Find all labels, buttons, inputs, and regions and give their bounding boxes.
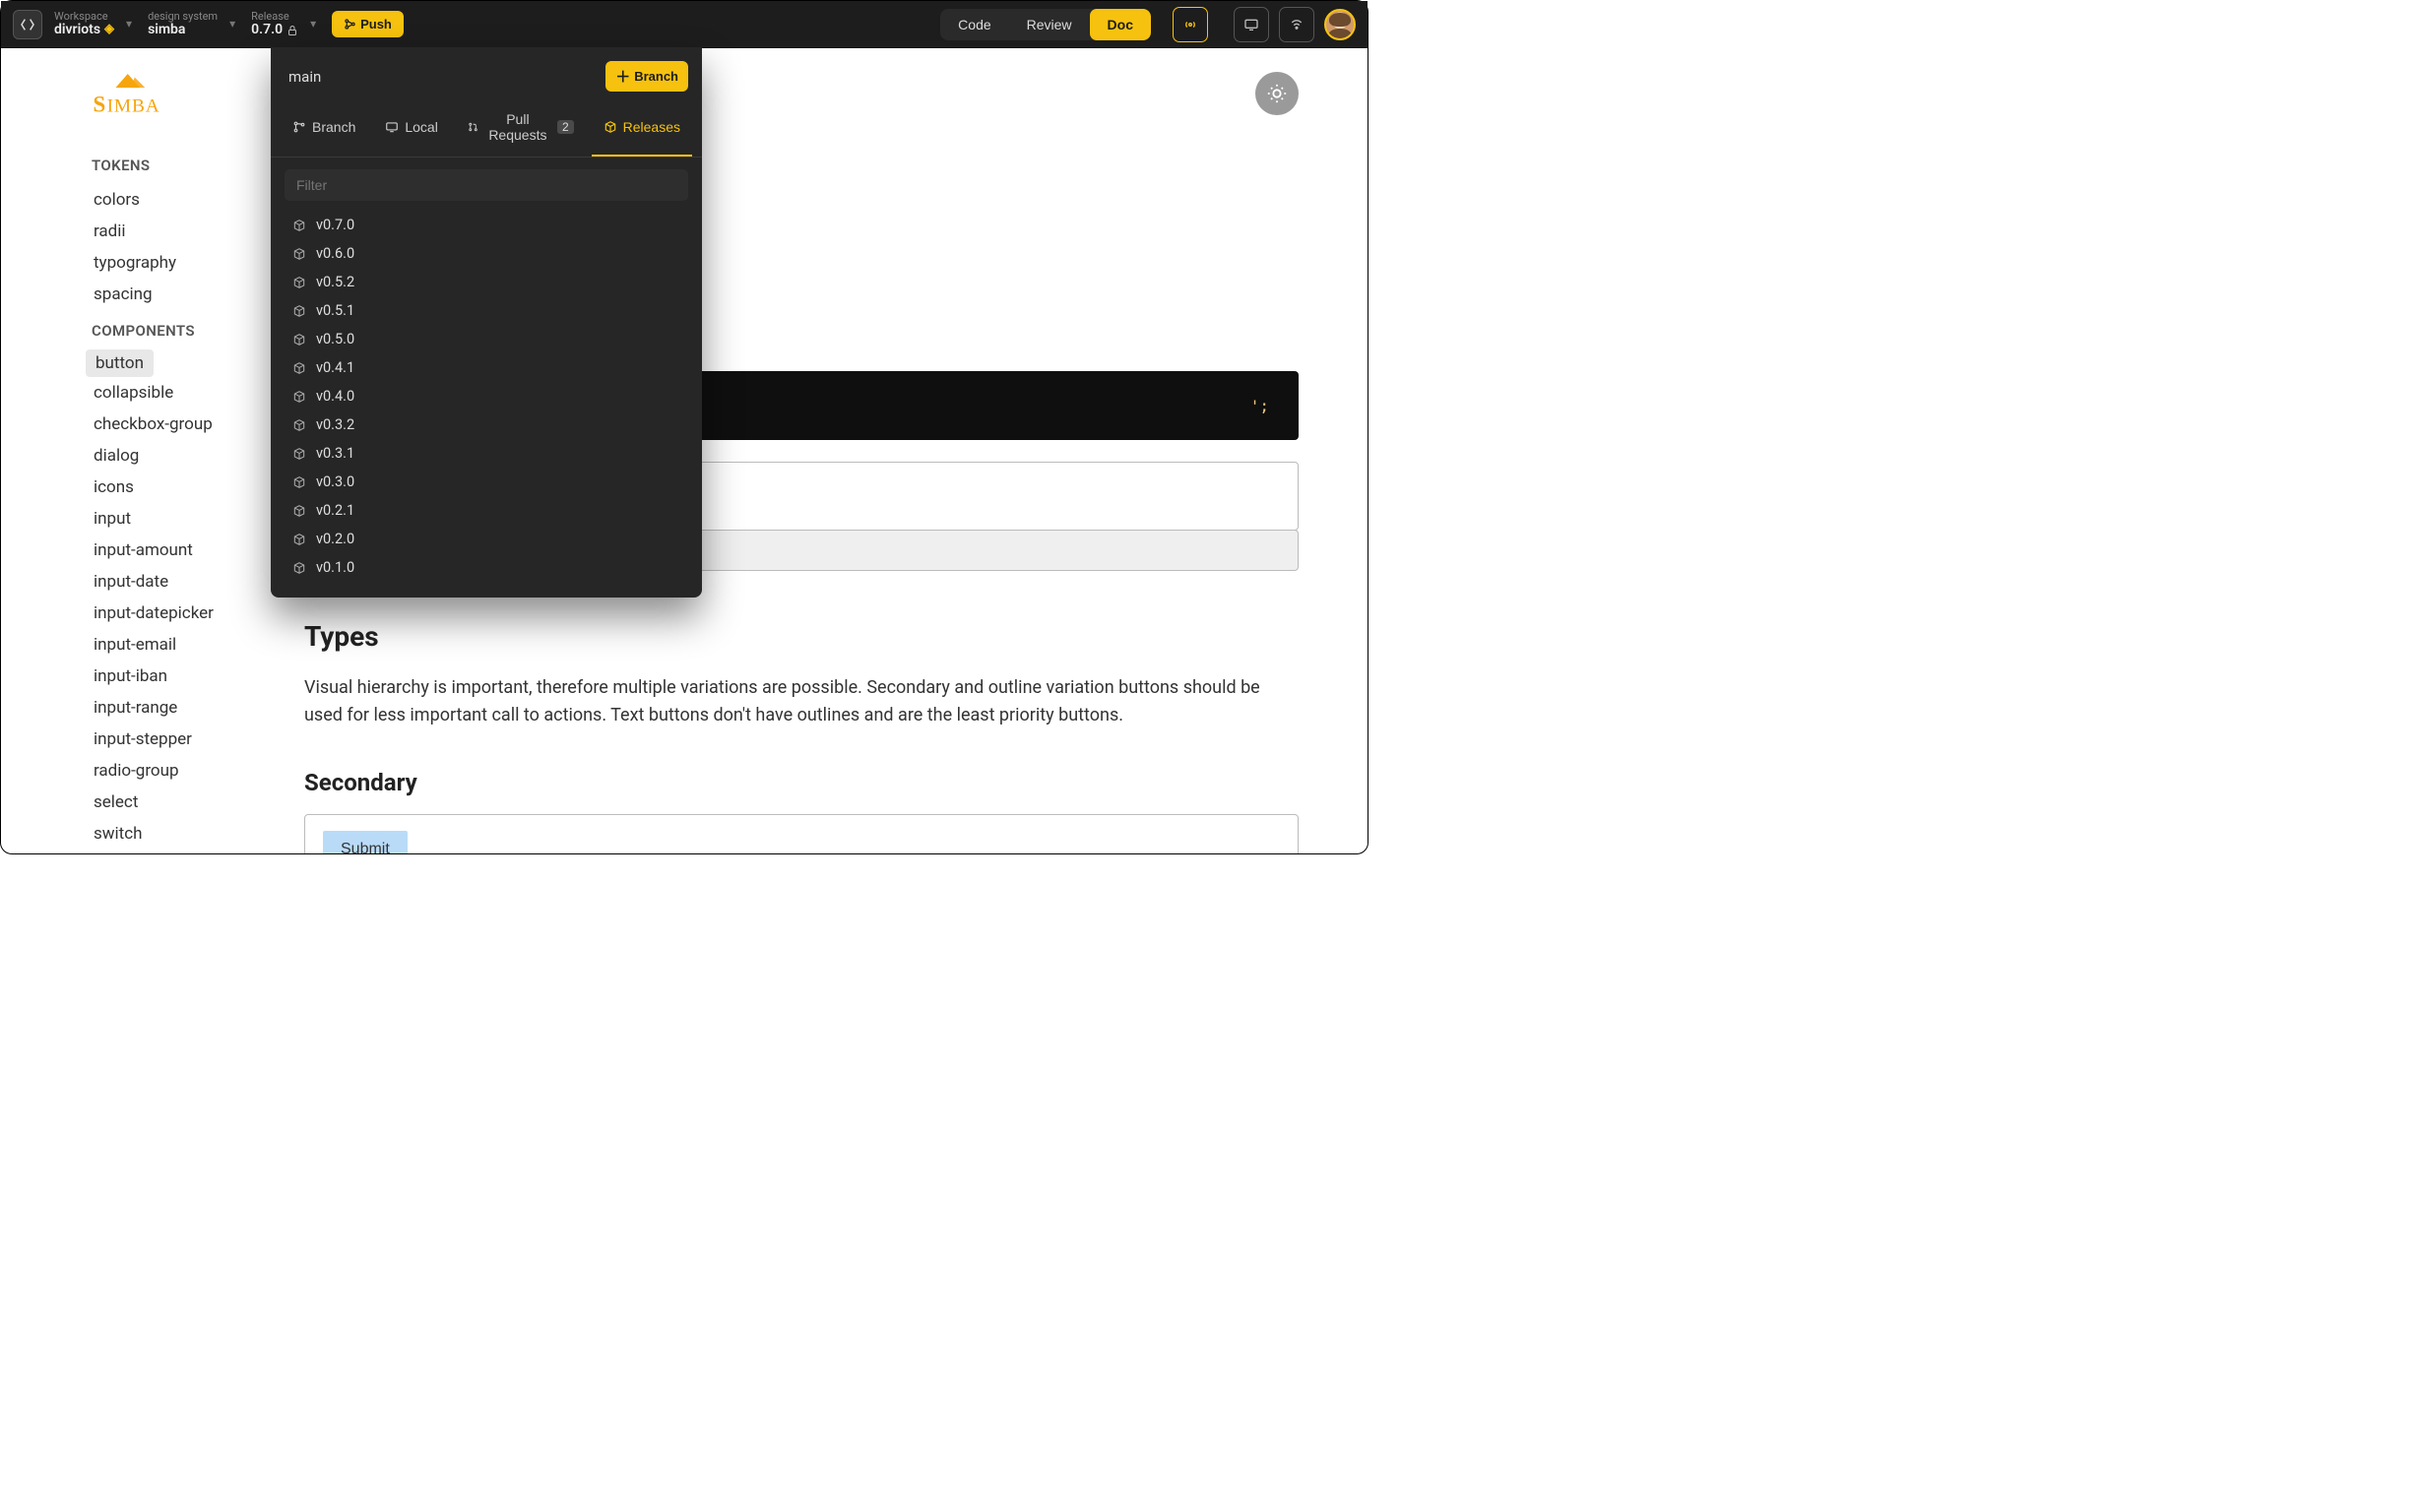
dd-tab-branch[interactable]: Branch [281,101,367,157]
sidebar-item-select[interactable]: select [1,787,265,818]
app-logo[interactable] [13,10,42,39]
sidebar-item-input-range[interactable]: input-range [1,692,265,724]
sidebar-item-colors[interactable]: colors [1,184,265,216]
topbar: Workspace divriots ◈ ▾ design system sim… [1,1,1368,48]
release-item[interactable]: v0.3.1 [271,439,702,468]
chevron-down-icon[interactable]: ▾ [306,17,320,31]
release-item[interactable]: v0.7.0 [271,211,702,239]
sidebar-item-collapsible[interactable]: collapsible [1,377,265,409]
sidebar-item-spacing[interactable]: spacing [1,279,265,310]
display-button[interactable] [1234,7,1269,42]
release-item[interactable]: v0.2.1 [271,496,702,525]
tab-review[interactable]: Review [1009,9,1090,40]
sidebar-item-button[interactable]: button [86,349,154,377]
release-item[interactable]: v0.2.0 [271,525,702,553]
dd-tab-local[interactable]: Local [373,101,449,157]
release-item[interactable]: v0.3.2 [271,410,702,439]
sidebar-item-radii[interactable]: radii [1,216,265,247]
components-header: COMPONENTS [1,310,265,349]
theme-toggle[interactable] [1255,72,1299,115]
chevron-down-icon[interactable]: ▾ [122,17,136,31]
types-heading: Types [304,620,1299,653]
sidebar-item-icons[interactable]: icons [1,472,265,503]
workspace-crumb[interactable]: Workspace divriots ◈ ▾ [54,11,136,37]
release-filter-input[interactable] [285,169,688,201]
sidebar-item-input-amount[interactable]: input-amount [1,535,265,566]
push-button[interactable]: Push [332,11,404,37]
code-fragment: '; [1250,397,1269,415]
sidebar-item-switch[interactable]: switch [1,818,265,850]
design-system-value: simba [148,23,218,37]
signal-button[interactable] [1279,7,1314,42]
tab-code[interactable]: Code [940,9,1008,40]
secondary-heading: Secondary [304,769,1299,796]
tab-doc[interactable]: Doc [1090,9,1151,40]
release-item[interactable]: v0.4.1 [271,353,702,382]
visibility-badge-icon: ◈ [104,23,114,36]
svg-text:S: S [94,93,106,117]
release-item[interactable]: v0.4.0 [271,382,702,410]
sidebar-item-radio-group[interactable]: radio-group [1,755,265,787]
brand-logo: S IMBA [1,66,265,145]
new-branch-button[interactable]: ＋ Branch [605,61,688,92]
svg-text:IMBA: IMBA [107,96,160,117]
sidebar-item-input-email[interactable]: input-email [1,629,265,661]
pr-count-badge: 2 [557,120,574,134]
sidebar-item-input-datepicker[interactable]: input-datepicker [1,598,265,629]
sidebar: S IMBA TOKENS colorsradiitypographyspaci… [1,48,265,853]
sidebar-item-input-iban[interactable]: input-iban [1,661,265,692]
sidebar-item-dialog[interactable]: dialog [1,440,265,472]
release-item[interactable]: v0.5.1 [271,296,702,325]
submit-button-demo[interactable]: Submit [323,831,408,853]
release-item[interactable]: v0.1.0 [271,553,702,582]
release-item[interactable]: v0.5.2 [271,268,702,296]
workspace-value: divriots [54,23,100,37]
tokens-header: TOKENS [1,145,265,184]
sidebar-item-input-date[interactable]: input-date [1,566,265,598]
design-system-crumb[interactable]: design system simba ▾ [148,11,239,37]
sidebar-item-checkbox-group[interactable]: checkbox-group [1,409,265,440]
chevron-down-icon[interactable]: ▾ [225,17,239,31]
release-crumb[interactable]: Release 0.7.0 ▾ [251,11,320,37]
view-segment: Code Review Doc [940,9,1151,40]
avatar[interactable] [1324,9,1356,40]
secondary-preview: Submit [304,814,1299,853]
current-branch: main [288,68,321,86]
release-dropdown: main ＋ Branch Branch Local Pull Requests… [271,47,702,598]
sidebar-item-input[interactable]: input [1,503,265,535]
broadcast-button[interactable] [1173,7,1208,42]
sidebar-item-input-stepper[interactable]: input-stepper [1,724,265,755]
lock-icon [286,25,298,36]
dd-tab-releases[interactable]: Releases [592,101,692,157]
release-list: v0.7.0v0.6.0v0.5.2v0.5.1v0.5.0v0.4.1v0.4… [271,209,702,588]
release-item[interactable]: v0.5.0 [271,325,702,353]
release-value: 0.7.0 [251,23,283,37]
release-item[interactable]: v0.6.0 [271,239,702,268]
types-paragraph: Visual hierarchy is important, therefore… [304,674,1299,729]
sidebar-item-typography[interactable]: typography [1,247,265,279]
dd-tab-pull-requests[interactable]: Pull Requests 2 [456,101,586,157]
release-item[interactable]: v0.3.0 [271,468,702,496]
